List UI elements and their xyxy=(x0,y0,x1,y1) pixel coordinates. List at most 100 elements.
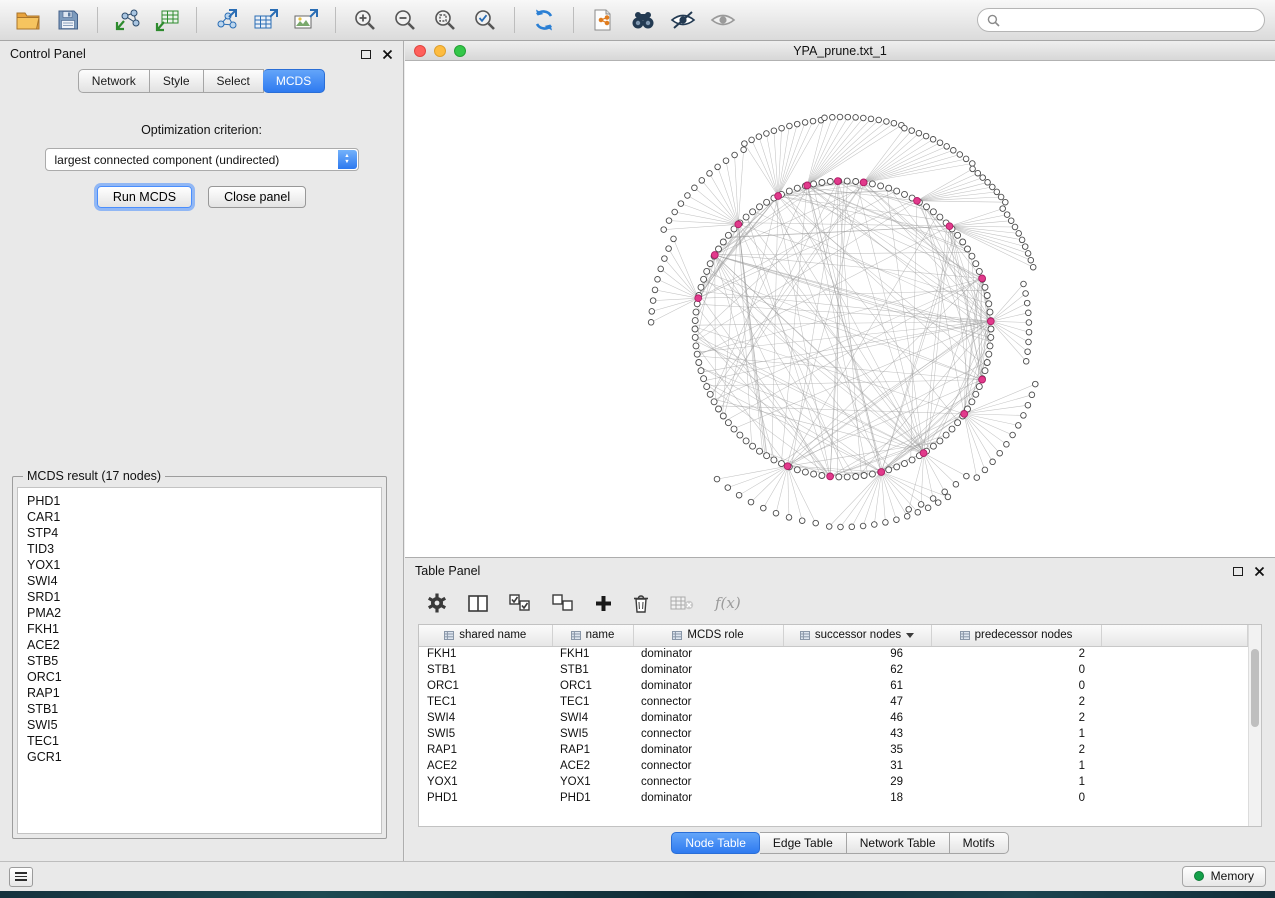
table-row[interactable]: RAP1RAP1dominator352 xyxy=(419,742,1248,758)
mcds-result-item[interactable]: ORC1 xyxy=(27,669,372,685)
column-header-shared-name[interactable]: shared name xyxy=(419,625,552,646)
tab-style[interactable]: Style xyxy=(150,69,204,93)
import-table-icon xyxy=(154,8,180,32)
tab-mcds[interactable]: MCDS xyxy=(263,69,325,93)
minimize-window-icon[interactable] xyxy=(434,45,446,57)
close-panel-button[interactable]: Close panel xyxy=(208,186,306,208)
close-panel-icon[interactable] xyxy=(382,49,393,60)
table-row[interactable]: ACE2ACE2connector311 xyxy=(419,758,1248,774)
search-input[interactable] xyxy=(1006,13,1255,27)
close-table-panel-icon[interactable] xyxy=(1254,566,1265,577)
export-document-button[interactable] xyxy=(585,4,621,36)
search-box[interactable] xyxy=(977,8,1265,32)
export-image-button[interactable] xyxy=(288,4,324,36)
mcds-result-item[interactable]: ACE2 xyxy=(27,637,372,653)
delete-column-button[interactable] xyxy=(633,594,649,613)
tab-network-table[interactable]: Network Table xyxy=(847,832,950,854)
task-history-button[interactable] xyxy=(9,867,33,887)
mcds-result-item[interactable]: STP4 xyxy=(27,525,372,541)
mcds-result-item[interactable]: STB5 xyxy=(27,653,372,669)
refresh-icon xyxy=(531,8,557,32)
tab-network[interactable]: Network xyxy=(78,69,150,93)
export-network-button[interactable] xyxy=(208,4,244,36)
table-row[interactable]: ORC1ORC1dominator610 xyxy=(419,678,1248,694)
column-type-icon xyxy=(960,631,970,640)
node-table-header-row: shared name name MCDS role successor n xyxy=(419,625,1248,646)
table-scrollbar-thumb[interactable] xyxy=(1251,649,1259,727)
zoom-in-icon xyxy=(353,8,377,32)
zoom-in-button[interactable] xyxy=(347,4,383,36)
node-table: shared name name MCDS role successor n xyxy=(419,625,1248,806)
zoom-selected-icon xyxy=(473,8,497,32)
network-canvas[interactable] xyxy=(405,61,1273,556)
mcds-result-item[interactable]: STB1 xyxy=(27,701,372,717)
zoom-selected-button[interactable] xyxy=(467,4,503,36)
export-table-button[interactable] xyxy=(248,4,284,36)
mcds-result-item[interactable]: CAR1 xyxy=(27,509,372,525)
delete-table-button[interactable] xyxy=(670,595,694,611)
table-row[interactable]: STB1STB1dominator620 xyxy=(419,662,1248,678)
zoom-fit-button[interactable] xyxy=(427,4,463,36)
tab-select[interactable]: Select xyxy=(204,69,264,93)
mcds-result-item[interactable]: SWI4 xyxy=(27,573,372,589)
sort-descending-icon xyxy=(906,633,914,638)
table-row[interactable]: SWI4SWI4dominator462 xyxy=(419,710,1248,726)
mcds-result-item[interactable]: SWI5 xyxy=(27,717,372,733)
select-all-icon xyxy=(509,594,531,612)
mcds-tab-body: Optimization criterion: largest connecte… xyxy=(8,99,395,851)
table-row[interactable]: FKH1FKH1dominator962 xyxy=(419,646,1248,662)
table-row[interactable]: SWI5SWI5connector431 xyxy=(419,726,1248,742)
table-row[interactable]: YOX1YOX1connector291 xyxy=(419,774,1248,790)
import-network-button[interactable] xyxy=(109,4,145,36)
criterion-dropdown[interactable]: largest connected component (undirected)… xyxy=(45,148,359,171)
mcds-result-item[interactable]: TEC1 xyxy=(27,733,372,749)
run-mcds-button[interactable]: Run MCDS xyxy=(97,186,192,208)
tab-motifs[interactable]: Motifs xyxy=(950,832,1009,854)
deselect-all-button[interactable] xyxy=(552,594,574,612)
save-session-button[interactable] xyxy=(50,4,86,36)
float-table-panel-icon[interactable] xyxy=(1233,567,1243,576)
column-header-successor-nodes[interactable]: successor nodes xyxy=(783,625,931,646)
column-header-mcds-role[interactable]: MCDS role xyxy=(633,625,783,646)
toolbar-separator xyxy=(573,7,574,33)
column-header-predecessor-nodes[interactable]: predecessor nodes xyxy=(931,625,1101,646)
show-details-button[interactable] xyxy=(705,4,741,36)
select-all-button[interactable] xyxy=(509,594,531,612)
mcds-result-item[interactable]: TID3 xyxy=(27,541,372,557)
mcds-result-item[interactable]: FKH1 xyxy=(27,621,372,637)
table-row[interactable]: TEC1TEC1connector472 xyxy=(419,694,1248,710)
open-folder-button[interactable] xyxy=(10,4,46,36)
mcds-result-item[interactable]: RAP1 xyxy=(27,685,372,701)
network-window-titlebar[interactable]: YPA_prune.txt_1 xyxy=(405,41,1275,61)
mcds-result-item[interactable]: SRD1 xyxy=(27,589,372,605)
memory-status-icon xyxy=(1194,871,1204,881)
dropdown-stepper-icon: ▲▼ xyxy=(338,150,357,169)
add-column-button[interactable] xyxy=(595,595,612,612)
mcds-result-list[interactable]: PHD1CAR1STP4TID3YOX1SWI4SRD1PMA2FKH1ACE2… xyxy=(17,487,382,834)
float-panel-icon[interactable] xyxy=(361,50,371,59)
split-columns-button[interactable] xyxy=(468,595,488,612)
maximize-window-icon[interactable] xyxy=(454,45,466,57)
mcds-result-item[interactable]: YOX1 xyxy=(27,557,372,573)
tab-node-table[interactable]: Node Table xyxy=(671,832,760,854)
delete-table-icon xyxy=(670,595,694,611)
column-header-name[interactable]: name xyxy=(552,625,633,646)
import-table-button[interactable] xyxy=(149,4,185,36)
column-header-filler xyxy=(1101,625,1248,646)
table-row[interactable]: PHD1PHD1dominator180 xyxy=(419,790,1248,806)
mcds-result-item[interactable]: GCR1 xyxy=(27,749,372,765)
table-scrollbar[interactable] xyxy=(1248,625,1261,826)
hide-details-button[interactable] xyxy=(665,4,701,36)
close-window-icon[interactable] xyxy=(414,45,426,57)
control-panel-tabs: Network Style Select MCDS xyxy=(0,69,403,93)
mcds-result-item[interactable]: PMA2 xyxy=(27,605,372,621)
refresh-view-button[interactable] xyxy=(526,4,562,36)
function-builder-button[interactable]: f(x) xyxy=(715,594,741,612)
table-settings-button[interactable] xyxy=(427,593,447,613)
tab-edge-table[interactable]: Edge Table xyxy=(760,832,847,854)
memory-button[interactable]: Memory xyxy=(1182,866,1266,887)
mcds-result-item[interactable]: PHD1 xyxy=(27,493,372,509)
find-button[interactable] xyxy=(625,4,661,36)
table-panel-tabs: Node Table Edge Table Network Table Moti… xyxy=(405,832,1275,854)
zoom-out-button[interactable] xyxy=(387,4,423,36)
